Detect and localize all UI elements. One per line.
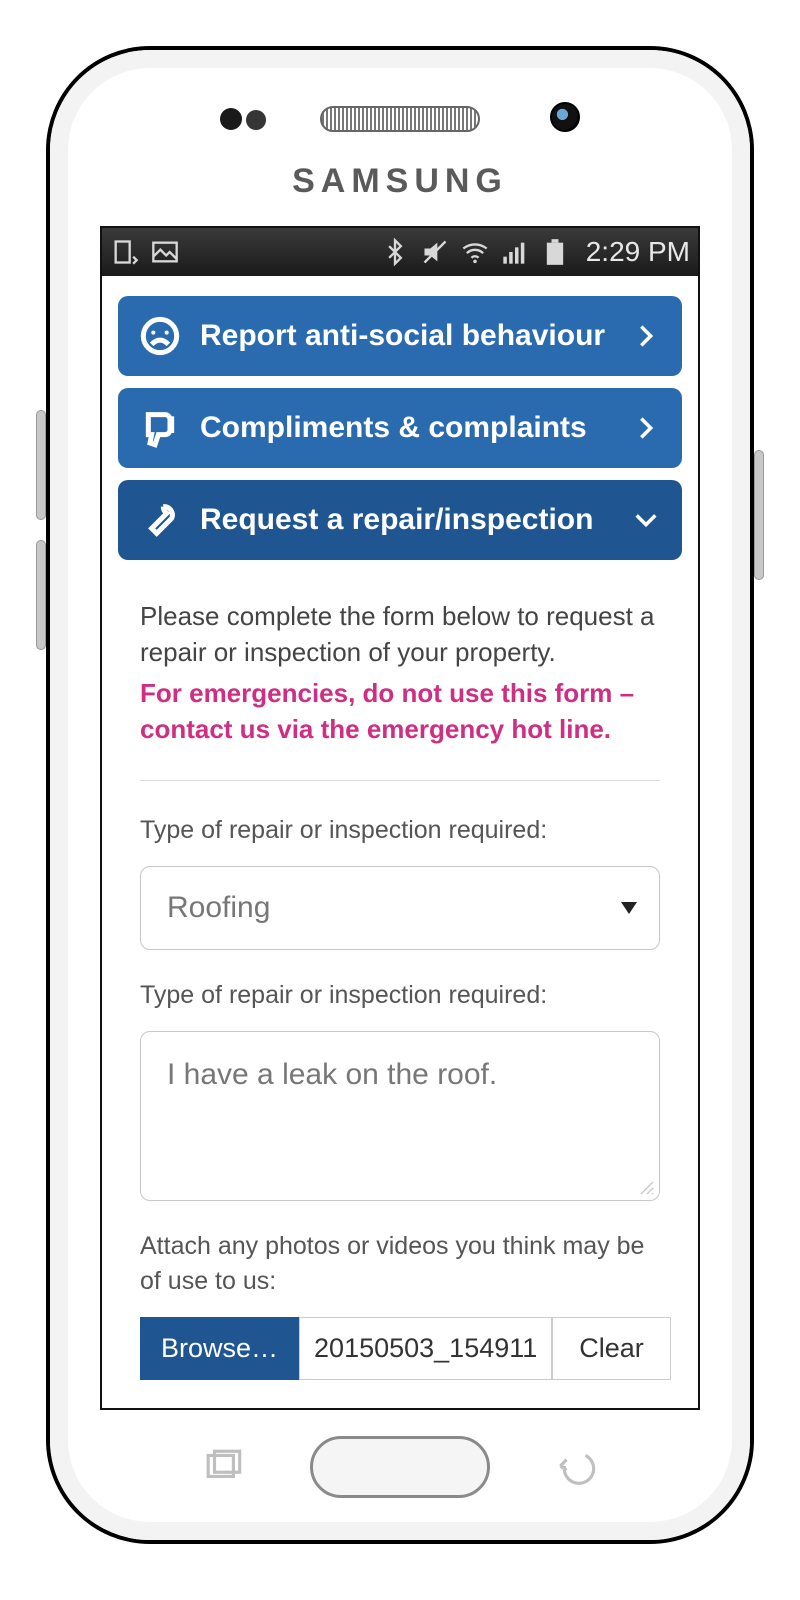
signal-icon: [500, 237, 530, 267]
battery-icon: [540, 237, 570, 267]
frown-icon: [140, 316, 180, 356]
status-time: 2:29 PM: [586, 236, 690, 268]
description-value: I have a leak on the roof.: [167, 1058, 497, 1091]
accordion-label: Compliments & complaints: [200, 411, 632, 445]
chevron-down-icon: [632, 506, 660, 534]
description-textarea[interactable]: I have a leak on the roof.: [140, 1031, 660, 1201]
repair-form-panel: Please complete the form below to reques…: [114, 572, 686, 1380]
power-hardware: [754, 450, 764, 580]
wifi-icon: [460, 237, 490, 267]
accordion-compliments-complaints[interactable]: Compliments & complaints: [118, 388, 682, 468]
clear-button[interactable]: Clear: [552, 1317, 671, 1381]
chevron-right-icon: [632, 414, 660, 442]
screen: 2:29 PM Report anti-social behaviour Com…: [100, 226, 700, 1410]
earpiece-speaker: [320, 106, 480, 132]
repair-type-label: Type of repair or inspection required:: [140, 813, 660, 848]
phone-frame: SAMSUNG 2:29 PM: [50, 50, 750, 1540]
volume-down-hardware: [36, 540, 46, 650]
instructions-text: Please complete the form below to reques…: [140, 598, 660, 671]
repair-type-value: Roofing: [167, 891, 270, 924]
browse-button[interactable]: Browse…: [140, 1317, 299, 1381]
home-button-hardware: [310, 1436, 490, 1498]
status-bar: 2:29 PM: [102, 228, 698, 276]
recent-apps-icon: [204, 1449, 246, 1485]
app-content: Report anti-social behaviour Compliments…: [102, 276, 698, 1380]
attach-label: Attach any photos or videos you think ma…: [140, 1229, 660, 1299]
accordion-label: Request a repair/inspection: [200, 503, 632, 537]
file-attach-row: Browse… 20150503_154911 Clear: [140, 1317, 660, 1381]
back-icon: [554, 1449, 596, 1485]
front-camera: [550, 102, 580, 132]
filename-display: 20150503_154911: [299, 1317, 552, 1381]
brand-logo: SAMSUNG: [50, 162, 750, 201]
thumbs-down-icon: [140, 408, 180, 448]
download-icon: [110, 237, 140, 267]
accordion-report-antisocial[interactable]: Report anti-social behaviour: [118, 296, 682, 376]
phone-bottom-hardware: [50, 1436, 750, 1498]
gallery-icon: [150, 237, 180, 267]
accordion-label: Report anti-social behaviour: [200, 319, 632, 353]
description-label: Type of repair or inspection required:: [140, 978, 660, 1013]
mute-icon: [420, 237, 450, 267]
chevron-right-icon: [632, 322, 660, 350]
resize-handle-icon: [639, 1180, 655, 1196]
volume-up-hardware: [36, 410, 46, 520]
accordion-request-repair[interactable]: Request a repair/inspection: [118, 480, 682, 560]
wrench-icon: [140, 500, 180, 540]
emergency-warning: For emergencies, do not use this form – …: [140, 675, 660, 748]
bluetooth-icon: [380, 237, 410, 267]
divider: [140, 780, 660, 781]
proximity-sensors: [220, 108, 266, 135]
repair-type-select[interactable]: Roofing: [140, 866, 660, 950]
